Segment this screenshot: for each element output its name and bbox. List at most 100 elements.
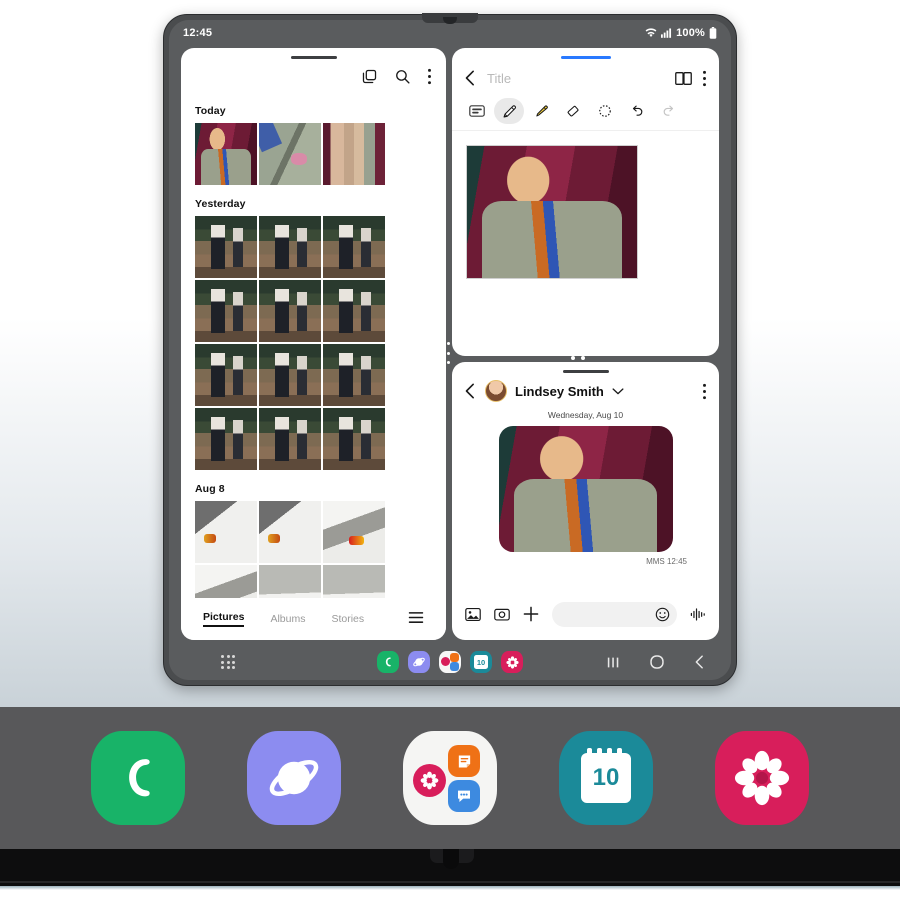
back-arrow-icon[interactable]: [464, 70, 477, 86]
undo-icon[interactable]: [622, 98, 652, 124]
recents-icon[interactable]: [607, 656, 620, 669]
gallery-thumbnail[interactable]: [259, 280, 321, 342]
chevron-down-icon[interactable]: [612, 387, 624, 396]
notes-canvas[interactable]: [452, 131, 719, 279]
gallery-thumbnail[interactable]: [195, 123, 257, 185]
app-drawer-icon[interactable]: [221, 655, 235, 669]
magnified-icon-gallery[interactable]: [715, 731, 809, 825]
status-bar-time: 12:45: [183, 27, 213, 39]
notes-toolbar: [452, 94, 719, 131]
gallery-thumbnail[interactable]: [195, 408, 257, 470]
gallery-thumbnail[interactable]: [323, 123, 385, 185]
hamburger-icon[interactable]: [408, 611, 424, 624]
gallery-thumbnail[interactable]: [323, 344, 385, 406]
status-bar-indicators: 100%: [645, 27, 717, 39]
gallery-thumbnail[interactable]: [323, 408, 385, 470]
calendar-date-badge: 10: [474, 655, 488, 669]
tab-stories[interactable]: Stories: [331, 613, 364, 625]
gallery-thumbnail[interactable]: [259, 408, 321, 470]
notes-panel-grab-handle[interactable]: [560, 56, 611, 59]
horizontal-divider-handle[interactable]: [571, 356, 585, 360]
screenshot-root: 12:45 100% Today Yesterday Aug 8 Picture…: [0, 0, 900, 910]
avatar[interactable]: [485, 380, 507, 402]
gallery-thumbnail[interactable]: [195, 501, 257, 563]
gallery-panel-grab-handle[interactable]: [290, 56, 337, 59]
gallery-bottom-tabs: Pictures Albums Stories: [181, 598, 446, 640]
vertical-divider-handle[interactable]: [446, 342, 451, 364]
message-date-separator: Wednesday, Aug 10: [547, 410, 624, 420]
magnified-calendar-date: 10: [592, 764, 620, 791]
gallery-thumbnail[interactable]: [195, 280, 257, 342]
home-icon[interactable]: [650, 655, 664, 669]
redo-icon[interactable]: [654, 98, 684, 124]
tab-albums[interactable]: Albums: [270, 613, 305, 625]
highlighter-icon[interactable]: [526, 98, 556, 124]
more-options-icon[interactable]: [427, 68, 432, 85]
battery-icon: [709, 27, 717, 39]
gallery-thumbnail[interactable]: [323, 216, 385, 278]
message-meta-label: MMS 12:45: [646, 557, 687, 566]
back-icon[interactable]: [694, 655, 705, 669]
magnified-icon-internet[interactable]: [247, 731, 341, 825]
dock-icon-gallery[interactable]: [501, 651, 523, 673]
camera-icon[interactable]: [494, 607, 510, 622]
text-mode-icon[interactable]: [462, 98, 492, 124]
more-options-icon[interactable]: [702, 70, 707, 87]
tab-pictures[interactable]: Pictures: [203, 611, 245, 627]
reading-mode-icon[interactable]: [675, 71, 692, 86]
gallery-section-title-aug8: Aug 8: [195, 483, 225, 495]
more-options-icon[interactable]: [702, 383, 707, 400]
gallery-icon[interactable]: [465, 607, 481, 622]
foldable-device: 12:45 100% Today Yesterday Aug 8 Picture…: [163, 13, 737, 686]
gallery-section-title-yesterday: Yesterday: [195, 198, 246, 210]
wifi-icon: [645, 28, 657, 38]
navigation-buttons: [607, 655, 705, 669]
contact-name[interactable]: Lindsey Smith: [515, 384, 604, 399]
page-bottom-strip: [0, 886, 900, 910]
magnified-icon-phone[interactable]: [91, 731, 185, 825]
notes-app-panel[interactable]: Title: [452, 48, 719, 356]
signal-icon: [661, 28, 672, 38]
magnified-dock-icons: 10: [0, 707, 900, 849]
message-input-bar: [452, 594, 719, 634]
voice-record-icon[interactable]: [690, 607, 706, 622]
gallery-thumbnail[interactable]: [259, 344, 321, 406]
magnified-icon-calendar[interactable]: 10: [559, 731, 653, 825]
notes-title-input[interactable]: Title: [487, 71, 665, 86]
note-embedded-photo[interactable]: [466, 145, 638, 279]
messages-panel-grab-handle[interactable]: [562, 370, 609, 373]
dock-icon-app-folder[interactable]: [439, 651, 461, 673]
magnified-icon-app-folder[interactable]: [403, 731, 497, 825]
emoji-icon[interactable]: [655, 607, 670, 622]
message-bubble[interactable]: [452, 426, 719, 552]
gallery-thumbnail[interactable]: [259, 216, 321, 278]
search-icon[interactable]: [394, 68, 411, 85]
pen-icon[interactable]: [494, 98, 524, 124]
gallery-thumbnail[interactable]: [195, 216, 257, 278]
lasso-select-icon[interactable]: [590, 98, 620, 124]
gallery-thumbnail[interactable]: [323, 501, 385, 563]
dock-icon-calendar[interactable]: 10: [470, 651, 492, 673]
magnified-dock-callout: 10: [0, 707, 900, 849]
taskbar: 10: [169, 644, 731, 680]
gallery-app-panel[interactable]: Today Yesterday Aug 8 Pictures Albums St…: [181, 48, 446, 640]
eraser-icon[interactable]: [558, 98, 588, 124]
multi-select-icon[interactable]: [361, 68, 378, 85]
gallery-thumbnail[interactable]: [195, 344, 257, 406]
taskbar-dock: 10: [377, 651, 523, 673]
gallery-thumbnail[interactable]: [259, 501, 321, 563]
dock-icon-internet[interactable]: [408, 651, 430, 673]
message-text-input[interactable]: [552, 601, 677, 627]
message-attached-photo[interactable]: [498, 426, 673, 552]
dock-icon-phone[interactable]: [377, 651, 399, 673]
gallery-thumbnail[interactable]: [259, 123, 321, 185]
notes-header: Title: [452, 48, 719, 94]
multi-window-screen: Today Yesterday Aug 8 Pictures Albums St…: [175, 46, 725, 644]
gallery-grid-yesterday: [181, 216, 446, 470]
hinge-top-notch: [422, 13, 478, 23]
plus-icon[interactable]: [523, 606, 539, 622]
messages-app-panel[interactable]: Lindsey Smith Wednesday, Aug 10 MMS 12:4…: [452, 362, 719, 640]
gallery-thumbnail[interactable]: [323, 280, 385, 342]
back-arrow-icon[interactable]: [464, 383, 477, 399]
battery-percent-label: 100%: [676, 27, 705, 39]
